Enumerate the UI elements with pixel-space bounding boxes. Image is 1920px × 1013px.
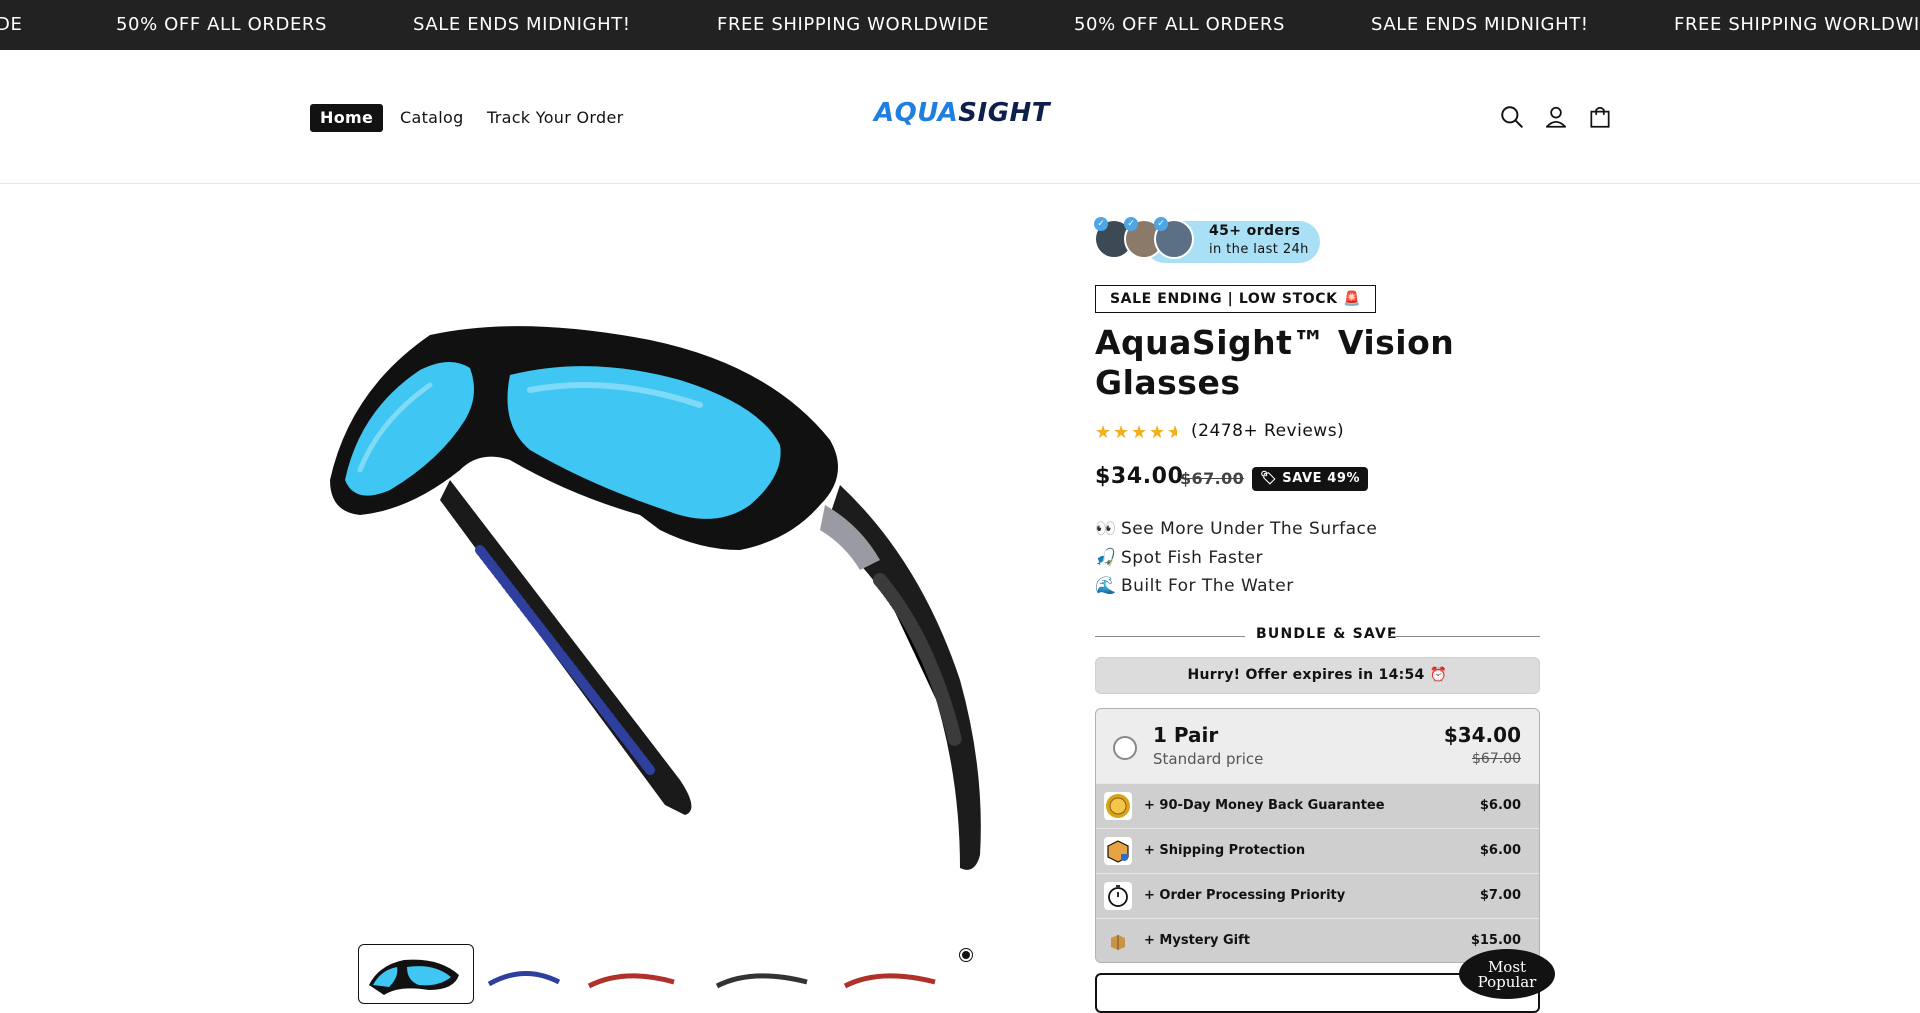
half-star-icon: ★ — [1167, 422, 1177, 443]
feature-text: See More Under The Surface — [1121, 519, 1378, 539]
product-image[interactable] — [320, 300, 1000, 900]
bundle-heading: BUNDLE & SAVE — [1256, 626, 1398, 642]
search-icon[interactable] — [1499, 104, 1525, 130]
divider — [1388, 636, 1540, 637]
announcement-message: FREE SHIPPING WORLDWIDE — [717, 14, 990, 35]
addon-shipping-protection[interactable]: + Shipping Protection $6.00 — [1096, 828, 1539, 873]
thumbnail-5[interactable] — [840, 944, 956, 1004]
bundle-option-1-pair[interactable]: 1 Pair Standard price $34.00 $67.00 + 90… — [1095, 708, 1540, 963]
addon-label: + 90-Day Money Back Guarantee — [1144, 798, 1385, 813]
thumbnail-1[interactable] — [358, 944, 474, 1004]
star-icon: ★ — [1113, 422, 1130, 443]
announcement-message: SALE ENDS MIDNIGHT! — [413, 14, 631, 35]
announcement-message: 50% OFF ALL ORDERS — [116, 14, 328, 35]
addon-price: $6.00 — [1479, 798, 1521, 813]
nav-catalog-link[interactable]: Catalog — [400, 104, 464, 132]
verified-check-icon: ✓ — [1154, 217, 1168, 231]
gift-box-icon — [1111, 935, 1125, 950]
star-rating: ★ ★ ★ ★ ★ — [1095, 422, 1177, 444]
tag-icon: 🏷 — [1260, 471, 1283, 486]
site-logo[interactable]: AQUASIGHT — [874, 98, 1050, 128]
option-radio[interactable] — [1113, 736, 1137, 760]
divider — [1095, 636, 1245, 637]
orders-timeframe: in the last 24h — [1209, 242, 1309, 257]
package-shield-icon — [1104, 837, 1132, 865]
star-icon: ★ — [1131, 422, 1148, 443]
star-icon: ★ — [1149, 422, 1166, 443]
verified-check-icon: ✓ — [1094, 217, 1108, 231]
stopwatch-icon — [1104, 882, 1132, 910]
addon-price: $7.00 — [1479, 888, 1521, 903]
most-popular-badge: Most Popular — [1459, 949, 1555, 999]
wave-icon: 🌊 — [1095, 576, 1117, 596]
announcement-message: 50% OFF ALL ORDERS — [1074, 14, 1286, 35]
announcement-bar: DE 50% OFF ALL ORDERS SALE ENDS MIDNIGHT… — [0, 0, 1920, 50]
addon-label: + Order Processing Priority — [1144, 888, 1346, 903]
feature-text: Spot Fish Faster — [1121, 548, 1263, 568]
nav-track-order-link[interactable]: Track Your Order — [487, 104, 623, 132]
most-popular-line2: Popular — [1477, 973, 1537, 991]
thumbnail-image — [487, 971, 561, 987]
thumbnail-image — [587, 973, 675, 989]
thumbnail-2[interactable] — [484, 944, 600, 1004]
guarantee-seal-icon — [1104, 792, 1132, 820]
save-badge: 🏷 SAVE 49% — [1252, 467, 1369, 491]
announcement-message: SALE ENDS MIDNIGHT! — [1371, 14, 1589, 35]
review-count[interactable]: (2478+ Reviews) — [1191, 421, 1344, 441]
offer-timer: Hurry! Offer expires in 14:54 ⏰ — [1095, 657, 1540, 694]
feature-item: 🌊 Built For The Water — [1095, 576, 1294, 596]
option-compare-price: $67.00 — [1472, 751, 1521, 767]
save-badge-label: SAVE 49% — [1282, 471, 1361, 486]
announcement-message: FREE SHIPPING WORLDWIDE — [1674, 14, 1920, 35]
cart-icon[interactable] — [1587, 104, 1613, 130]
urgency-badge: SALE ENDING | LOW STOCK 🚨 — [1095, 285, 1377, 313]
star-icon: ★ — [1095, 422, 1112, 443]
addon-label: + Mystery Gift — [1144, 933, 1251, 948]
product-title: AquaSight™ Vision Glasses — [1095, 323, 1455, 402]
account-icon[interactable] — [1543, 104, 1569, 130]
option-subtitle: Standard price — [1153, 750, 1264, 768]
addon-processing-priority[interactable]: + Order Processing Priority $7.00 — [1096, 873, 1539, 918]
logo-aqua: AQUA — [874, 98, 959, 128]
feature-text: Built For The Water — [1121, 576, 1294, 596]
announcement-message: DE — [0, 14, 23, 35]
addon-label: + Shipping Protection — [1144, 843, 1306, 858]
verified-check-icon: ✓ — [1124, 217, 1138, 231]
eyes-icon: 👀 — [1095, 519, 1117, 539]
avatar: ✓ — [1154, 217, 1194, 259]
feature-item: 👀 See More Under The Surface — [1095, 519, 1377, 539]
thumbnail-4[interactable] — [712, 944, 828, 1004]
carousel-indicator[interactable] — [960, 949, 972, 961]
fishing-rod-icon: 🎣 — [1095, 548, 1117, 568]
nav-home-link[interactable]: Home — [310, 104, 384, 132]
thumbnail-image — [843, 973, 936, 989]
option-title: 1 Pair — [1153, 723, 1219, 747]
compare-price: $67.00 — [1180, 469, 1245, 488]
addon-price: $6.00 — [1479, 843, 1521, 858]
orders-count: 45+ orders — [1209, 223, 1301, 239]
feature-item: 🎣 Spot Fish Faster — [1095, 548, 1263, 568]
product-price: $34.00 — [1095, 464, 1184, 489]
thumbnail-3[interactable] — [584, 944, 700, 1004]
addon-money-back[interactable]: + 90-Day Money Back Guarantee $6.00 — [1096, 783, 1539, 828]
option-price: $34.00 — [1443, 723, 1521, 747]
thumbnail-image — [715, 973, 808, 989]
thumbnail-image — [369, 959, 459, 995]
logo-sight: SIGHT — [958, 98, 1051, 128]
